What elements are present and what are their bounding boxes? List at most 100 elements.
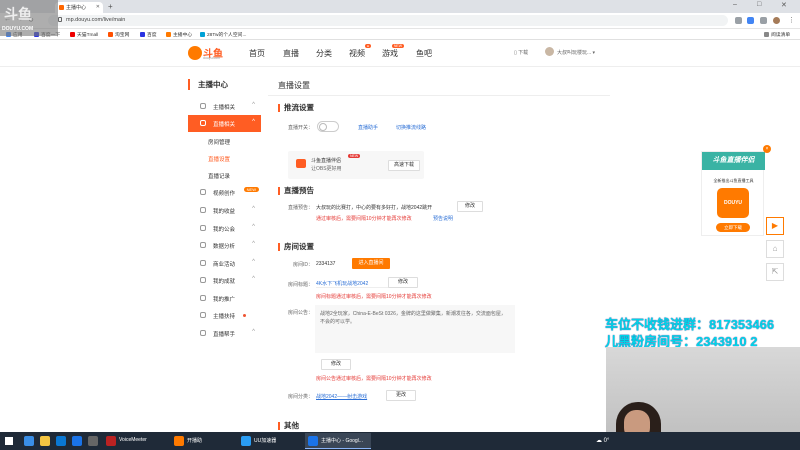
ad-download-button[interactable]: 立即下载 <box>716 223 750 232</box>
user-icon <box>200 103 206 109</box>
sidebar-sub-room[interactable]: 房间管理 <box>188 133 261 150</box>
username[interactable]: 大叔叫玩楼玩... ▾ <box>557 49 595 56</box>
promo-new-badge: NEW <box>348 154 361 158</box>
toggle-knob <box>319 123 327 131</box>
profile-icon[interactable] <box>773 17 780 24</box>
category-change-button[interactable]: 更改 <box>386 390 416 401</box>
bookmark-item[interactable]: 28Tw的个人空间... <box>200 31 246 38</box>
notice-edit-button[interactable]: 修改 <box>457 201 483 212</box>
taskbar-app-uu[interactable]: UU加速器 <box>238 433 300 449</box>
chevron-icon: ^ <box>252 259 255 265</box>
tv-icon <box>200 120 206 126</box>
edge-icon[interactable] <box>56 436 66 446</box>
voicemeeter-icon <box>106 436 116 446</box>
nav-video[interactable]: 视频 ● <box>349 44 371 59</box>
address-bar-row: ← → ↻ mp.douyu.com/live/main ⋮ <box>0 13 800 29</box>
minimize-icon[interactable]: – <box>733 1 737 8</box>
star-icon[interactable] <box>747 17 754 24</box>
chrome-icon[interactable] <box>72 436 82 446</box>
live-helper-link[interactable]: 直播助手 <box>358 124 378 131</box>
folder-icon[interactable] <box>40 436 50 446</box>
sidebar-item-data[interactable]: 数据分析 ^ <box>188 237 261 254</box>
chrome-icon <box>308 436 318 446</box>
close-ad-icon[interactable]: × <box>763 145 771 153</box>
nav-category[interactable]: 分类 <box>316 48 332 59</box>
new-tab-button[interactable]: + <box>108 2 113 11</box>
sidebar-sub-settings[interactable]: 直播设置 <box>188 150 261 167</box>
notice-warning: 通过审核后，需要间隔10分钟才能再次修改 <box>316 216 412 222</box>
sidebar-sub-records[interactable]: 直播记录 <box>188 167 261 184</box>
home-side-icon[interactable]: ⌂ <box>766 240 784 258</box>
chart-icon <box>200 242 206 248</box>
ad-sub: 全新推出斗鱼直播工具 <box>713 178 754 183</box>
sidebar-item-guild[interactable]: 我的公会 ^ <box>188 220 261 237</box>
menu-icon[interactable]: ⋮ <box>788 16 795 24</box>
download-button[interactable]: 高速下载 <box>388 160 420 171</box>
nav-fishbar[interactable]: 鱼吧 <box>416 48 432 59</box>
nav-games[interactable]: 游戏 NEW <box>382 44 404 59</box>
sidebar-item-support[interactable]: 主播扶持 <box>188 307 261 324</box>
briefcase-icon <box>200 260 206 266</box>
close-tab-icon[interactable]: ✕ <box>96 4 100 10</box>
board-edit-button[interactable]: 修改 <box>321 359 351 370</box>
room-title-edit-button[interactable]: 修改 <box>388 277 418 288</box>
puzzle-icon[interactable] <box>760 17 767 24</box>
chevron-icon: ^ <box>252 224 255 230</box>
sidebar-item-helper[interactable]: 直播帮手 ^ <box>188 325 261 342</box>
bookmark-item[interactable]: 天猫Tmall <box>70 31 98 38</box>
feedback-side-icon[interactable]: ⇱ <box>766 263 784 281</box>
taskbar-app-voicemeeter[interactable]: VoiceMeeter <box>103 433 165 449</box>
sidebar-item-income[interactable]: 我的收益 ^ <box>188 202 261 219</box>
enter-room-button[interactable]: 进入直播间 <box>352 258 390 269</box>
taskbar-app-live-helper[interactable]: 开播助 <box>171 433 233 449</box>
megaphone-icon <box>200 295 206 301</box>
maximize-icon[interactable]: □ <box>757 1 761 8</box>
video-icon <box>200 189 206 195</box>
sidebar-item-achievement[interactable]: 我的成就 ^ <box>188 272 261 289</box>
nav-home[interactable]: 首页 <box>249 48 265 59</box>
ad-title: 斗鱼直播伴侣 <box>702 152 765 170</box>
close-window-icon[interactable]: ✕ <box>781 1 787 9</box>
notice-help-link[interactable]: 预告说明 <box>433 215 453 222</box>
play-side-icon[interactable]: ▶ <box>766 217 784 235</box>
weather-tray[interactable]: ☁ 0° <box>596 437 609 444</box>
bookmark-item[interactable]: 百度 <box>140 31 157 38</box>
tmall-icon <box>70 32 75 37</box>
sidebar-item-video[interactable]: 视频创作 NEW <box>188 184 261 201</box>
avatar[interactable] <box>545 47 554 56</box>
chevron-icon: ^ <box>252 329 255 335</box>
search-icon[interactable] <box>24 436 34 446</box>
nav-live[interactable]: 直播 <box>283 48 299 59</box>
taskbar-app-chrome[interactable]: 主播中心 - Googl... <box>305 433 371 449</box>
chevron-icon: ^ <box>252 206 255 212</box>
watermark-title: 斗鱼 <box>4 6 32 22</box>
category-link[interactable]: 战地2042——射击游戏 <box>316 393 367 400</box>
switch-line-link[interactable]: 切换推流线路 <box>396 124 426 131</box>
sidebar-item-live[interactable]: 直播相关 ^ <box>188 115 261 132</box>
url-field[interactable]: mp.douyu.com/live/main <box>48 15 728 26</box>
app-icon[interactable] <box>88 436 98 446</box>
browser-tab[interactable]: 主播中心 ✕ <box>55 2 103 13</box>
bookmark-item[interactable]: 主播中心 <box>166 31 192 38</box>
chevron-icon: ^ <box>252 119 255 125</box>
sidebar-item-promotion[interactable]: 我的推广 <box>188 290 261 307</box>
windows-start-icon[interactable] <box>5 437 13 445</box>
sidebar-item-anchor[interactable]: 主播相关 ^ <box>188 98 261 115</box>
extension-icon[interactable] <box>735 17 742 24</box>
lock-icon <box>58 17 62 22</box>
douyu-logo[interactable]: 斗鱼 douyu.com <box>188 44 228 62</box>
douyu-favicon <box>59 5 64 10</box>
sidebar-item-business[interactable]: 商业活动 ^ <box>188 255 261 272</box>
taskbar: VoiceMeeter 开播助 UU加速器 主播中心 - Googl... ☁ … <box>0 432 800 450</box>
thumb-icon <box>200 312 206 318</box>
chevron-icon: ^ <box>252 276 255 282</box>
live-switch-toggle[interactable] <box>317 121 339 132</box>
companion-ad-card[interactable]: 斗鱼直播伴侣 全新推出斗鱼直播工具 DOUYU 立即下载 <box>701 151 765 236</box>
board-textarea[interactable]: 战地2全玩家，China-E-BeSt 0326，金牌的这里做聚集，新潮发往各，… <box>315 305 515 353</box>
download-link[interactable]: ▯ 下载 <box>514 49 528 56</box>
reading-list[interactable]: 阅读清单 <box>764 31 790 38</box>
category-label: 房间分类： <box>288 394 314 400</box>
bookmark-item[interactable]: 淘宝网 <box>108 31 129 38</box>
douyu-watermark: 斗鱼 DOUYU.COM <box>0 0 58 36</box>
board-label: 房间公告： <box>288 310 314 316</box>
